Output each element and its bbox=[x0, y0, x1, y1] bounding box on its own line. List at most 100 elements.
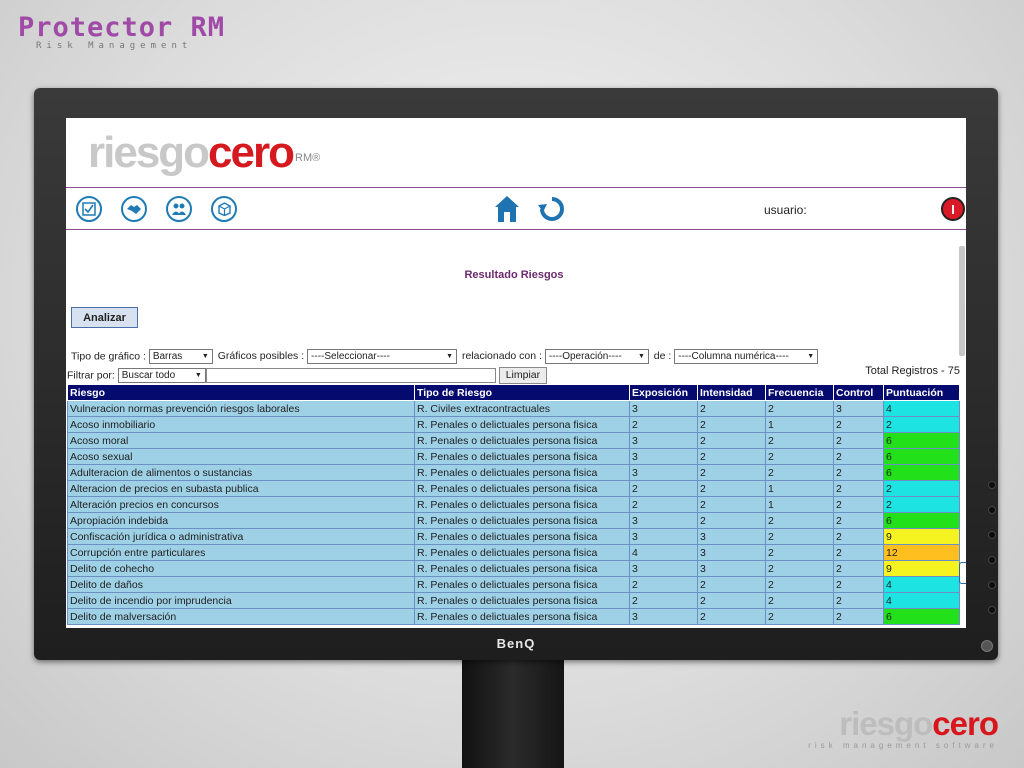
monitor: BenQ riesgocero RM® usuario: I Resultado… bbox=[34, 88, 998, 660]
cell-exposicion: 2 bbox=[629, 416, 698, 433]
cell-exposicion: 2 bbox=[629, 496, 698, 513]
brand-title: Protector RM bbox=[18, 12, 226, 43]
chart-controls: Tipo de gráfico : Barras ▼ Gráficos posib… bbox=[71, 349, 819, 364]
home-icon[interactable] bbox=[494, 195, 520, 228]
filter-select[interactable]: Buscar todo ▼ bbox=[117, 368, 206, 383]
column-header-frecuencia[interactable]: Frecuencia bbox=[765, 384, 834, 401]
column-header-exposicion[interactable]: Exposición bbox=[629, 384, 698, 401]
chart-type-value: Barras bbox=[152, 351, 183, 362]
risk-table: Riesgo Tipo de Riesgo Exposición Intensi… bbox=[67, 384, 960, 625]
related-label: relacionado con : bbox=[461, 350, 542, 363]
possible-charts-select[interactable]: ----Seleccionar---- ▼ bbox=[307, 349, 458, 364]
cell-tipo: R. Penales o delictuales persona fisica bbox=[414, 528, 630, 545]
analyze-button[interactable]: Analizar bbox=[71, 307, 138, 328]
cell-exposicion: 3 bbox=[629, 448, 698, 465]
cell-control: 2 bbox=[833, 576, 884, 593]
table-row[interactable]: Apropiación indebida R. Penales o delictu… bbox=[67, 512, 960, 529]
handshake-icon[interactable] bbox=[121, 196, 147, 222]
table-row[interactable]: Alteración precios en concursos R. Penale… bbox=[67, 496, 960, 513]
refresh-icon[interactable] bbox=[538, 195, 566, 228]
app-screen: riesgocero RM® usuario: I Resultado Ries… bbox=[66, 118, 966, 628]
operation-select[interactable]: ----Operación---- ▼ bbox=[544, 349, 649, 364]
cell-exposicion: 3 bbox=[629, 432, 698, 449]
table-row[interactable]: Acoso inmobiliario R. Penales o delictual… bbox=[67, 416, 960, 433]
cell-frecuencia: 2 bbox=[765, 544, 834, 561]
cell-intensidad: 2 bbox=[697, 608, 766, 625]
table-row[interactable]: Delito de cohecho R. Penales o delictuale… bbox=[67, 560, 960, 577]
toolbar: usuario: I bbox=[66, 189, 966, 229]
table-row[interactable]: Alteracion de precios en subasta publica… bbox=[67, 480, 960, 497]
cell-tipo: R. Penales o delictuales persona fisica bbox=[414, 592, 630, 609]
cell-intensidad: 2 bbox=[697, 464, 766, 481]
cell-intensidad: 2 bbox=[697, 496, 766, 513]
cell-control: 2 bbox=[833, 480, 884, 497]
column-header-riesgo[interactable]: Riesgo bbox=[67, 384, 415, 401]
cell-tipo: R. Penales o delictuales persona fisica bbox=[414, 416, 630, 433]
box-icon[interactable] bbox=[211, 196, 237, 222]
cell-intensidad: 2 bbox=[697, 576, 766, 593]
cell-control: 2 bbox=[833, 432, 884, 449]
cell-exposicion: 2 bbox=[629, 480, 698, 497]
cell-puntuacion: 9 bbox=[883, 560, 960, 577]
cell-riesgo: Delito de malversación bbox=[67, 608, 415, 625]
cell-intensidad: 3 bbox=[697, 560, 766, 577]
cell-puntuacion: 6 bbox=[883, 464, 960, 481]
clear-button[interactable]: Limpiar bbox=[498, 367, 548, 384]
table-row[interactable]: Corrupción entre particulares R. Penales … bbox=[67, 544, 960, 561]
side-panel-tab[interactable] bbox=[959, 562, 966, 584]
cell-exposicion: 3 bbox=[629, 608, 698, 625]
cell-control: 2 bbox=[833, 512, 884, 529]
cell-frecuencia: 2 bbox=[765, 528, 834, 545]
cell-intensidad: 2 bbox=[697, 416, 766, 433]
cell-riesgo: Vulneracion normas prevención riesgos la… bbox=[67, 400, 415, 417]
cell-riesgo: Delito de cohecho bbox=[67, 560, 415, 577]
filter-input[interactable] bbox=[205, 368, 496, 383]
checklist-icon[interactable] bbox=[76, 196, 102, 222]
cell-tipo: R. Civiles extracontractuales bbox=[414, 400, 630, 417]
cell-exposicion: 3 bbox=[629, 528, 698, 545]
vertical-scrollbar[interactable] bbox=[959, 246, 965, 356]
cell-puntuacion: 6 bbox=[883, 608, 960, 625]
monitor-side-button bbox=[988, 581, 996, 589]
cell-intensidad: 2 bbox=[697, 448, 766, 465]
people-icon[interactable] bbox=[166, 196, 192, 222]
cell-intensidad: 3 bbox=[697, 544, 766, 561]
app-logo: riesgocero RM® bbox=[88, 128, 320, 188]
chevron-down-icon: ▼ bbox=[201, 353, 209, 360]
column-header-puntuacion[interactable]: Puntuación bbox=[883, 384, 960, 401]
numeric-column-select[interactable]: ----Columna numérica---- ▼ bbox=[674, 349, 819, 364]
table-row[interactable]: Acoso moral R. Penales o delictuales pers… bbox=[67, 432, 960, 449]
table-row[interactable]: Vulneracion normas prevención riesgos la… bbox=[67, 400, 960, 417]
cell-riesgo: Alteración precios en concursos bbox=[67, 496, 415, 513]
logout-button[interactable]: I bbox=[941, 197, 965, 221]
page-title: Resultado Riesgos bbox=[464, 269, 564, 281]
table-row[interactable]: Delito de daños R. Penales o delictuales … bbox=[67, 576, 960, 593]
table-row[interactable]: Acoso sexual R. Penales o delictuales per… bbox=[67, 448, 960, 465]
monitor-side-button bbox=[988, 531, 996, 539]
cell-puntuacion: 2 bbox=[883, 496, 960, 513]
table-row[interactable]: Confiscación jurídica o administrativa R.… bbox=[67, 528, 960, 545]
cell-frecuencia: 1 bbox=[765, 496, 834, 513]
cell-exposicion: 3 bbox=[629, 464, 698, 481]
table-row[interactable]: Delito de malversación R. Penales o delic… bbox=[67, 608, 960, 625]
cell-control: 2 bbox=[833, 528, 884, 545]
column-header-tipo[interactable]: Tipo de Riesgo bbox=[414, 384, 630, 401]
column-header-control[interactable]: Control bbox=[833, 384, 884, 401]
cell-riesgo: Apropiación indebida bbox=[67, 512, 415, 529]
column-header-intensidad[interactable]: Intensidad bbox=[697, 384, 766, 401]
cell-tipo: R. Penales o delictuales persona fisica bbox=[414, 496, 630, 513]
cell-frecuencia: 1 bbox=[765, 480, 834, 497]
cell-control: 2 bbox=[833, 592, 884, 609]
power-button bbox=[981, 640, 993, 652]
cell-frecuencia: 2 bbox=[765, 560, 834, 577]
table-row[interactable]: Adulteracion de alimentos o sustancias R.… bbox=[67, 464, 960, 481]
cell-control: 2 bbox=[833, 416, 884, 433]
chart-type-select[interactable]: Barras ▼ bbox=[148, 349, 213, 364]
cell-riesgo: Acoso moral bbox=[67, 432, 415, 449]
table-header-row: Riesgo Tipo de Riesgo Exposición Intensi… bbox=[67, 384, 960, 401]
risk-table-body: Vulneracion normas prevención riesgos la… bbox=[67, 400, 960, 625]
table-row[interactable]: Delito de incendio por imprudencia R. Pen… bbox=[67, 592, 960, 609]
monitor-stand bbox=[462, 655, 564, 768]
cell-tipo: R. Penales o delictuales persona fisica bbox=[414, 432, 630, 449]
cell-tipo: R. Penales o delictuales persona fisica bbox=[414, 448, 630, 465]
